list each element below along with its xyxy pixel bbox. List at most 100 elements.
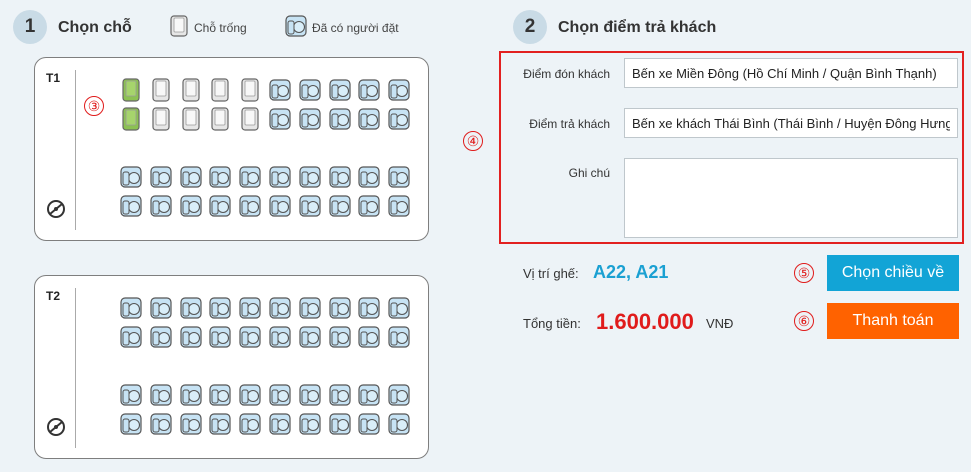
pay-button[interactable]: Thanh toán <box>827 303 959 339</box>
seat-empty[interactable] <box>208 107 232 131</box>
seat-booked <box>387 325 411 349</box>
seat-booked <box>179 165 203 189</box>
seat-booked <box>149 325 173 349</box>
seat-booked <box>328 383 352 407</box>
return-trip-button[interactable]: Chọn chiều về <box>827 255 959 291</box>
seat-booked <box>238 325 262 349</box>
seat-booked <box>208 194 232 218</box>
legend-booked: Đã có người đặt <box>284 14 399 41</box>
deck-divider <box>75 288 76 448</box>
seat-booked <box>357 412 381 436</box>
seat-empty[interactable] <box>149 107 173 131</box>
seat-empty[interactable] <box>238 78 262 102</box>
deck-label: T1 <box>46 71 61 85</box>
note-textarea[interactable] <box>624 158 958 238</box>
seats-value: A22, A21 <box>593 262 669 282</box>
seat-booked <box>328 194 352 218</box>
seat-booked <box>357 383 381 407</box>
seat-booked <box>328 165 352 189</box>
seat-booked <box>149 383 173 407</box>
seat-booked <box>328 78 352 102</box>
seat-booked <box>179 194 203 218</box>
seat-booked <box>387 383 411 407</box>
callout-5: ⑤ <box>794 263 814 283</box>
seat-booked <box>357 194 381 218</box>
step-2-title: Chọn điểm trả khách <box>558 19 717 36</box>
seat-booked <box>149 412 173 436</box>
seat-selected[interactable] <box>119 107 143 131</box>
seat-empty[interactable] <box>149 78 173 102</box>
seat-empty[interactable] <box>179 78 203 102</box>
legend-empty: Chỗ trống <box>168 14 247 41</box>
seat-booked <box>119 412 143 436</box>
seat-booked <box>298 107 322 131</box>
seats-label: Vị trí ghế: <box>523 266 579 281</box>
steering-wheel-icon <box>46 417 66 442</box>
seat-booked <box>208 325 232 349</box>
seat-booked <box>357 165 381 189</box>
step-1-badge: 1 <box>13 10 47 44</box>
dropoff-input[interactable] <box>624 108 958 138</box>
empty-seat-icon <box>168 14 194 41</box>
callout-6: ⑥ <box>794 311 814 331</box>
seat-booked <box>328 412 352 436</box>
seat-booked <box>208 296 232 320</box>
seat-booked <box>268 296 292 320</box>
seat-empty[interactable] <box>238 107 262 131</box>
seat-booked <box>328 296 352 320</box>
dropoff-label: Điểm trả khách <box>529 117 610 131</box>
seat-booked <box>298 296 322 320</box>
note-label: Ghi chú <box>568 166 610 180</box>
seat-booked <box>119 325 143 349</box>
seat-booked <box>238 412 262 436</box>
seat-booked <box>268 78 292 102</box>
seat-booked <box>298 325 322 349</box>
seat-booked <box>119 194 143 218</box>
seat-selected[interactable] <box>119 78 143 102</box>
pickup-input[interactable] <box>624 58 958 88</box>
seat-booked <box>179 296 203 320</box>
seat-booked <box>238 296 262 320</box>
seat-booked <box>328 107 352 131</box>
seat-booked <box>238 194 262 218</box>
seat-booked <box>357 325 381 349</box>
seat-booked <box>298 78 322 102</box>
seat-booked <box>179 325 203 349</box>
seat-booked <box>208 165 232 189</box>
seat-booked <box>268 194 292 218</box>
seat-booked <box>387 296 411 320</box>
steering-wheel-icon <box>46 199 66 224</box>
deck-label: T2 <box>46 289 61 303</box>
seat-booked <box>179 383 203 407</box>
seat-booked <box>238 165 262 189</box>
seat-empty[interactable] <box>208 78 232 102</box>
callout-4: ④ <box>463 131 483 151</box>
seat-booked <box>179 412 203 436</box>
seat-booked <box>268 107 292 131</box>
currency-label: VNĐ <box>706 316 734 331</box>
deck-t1: T1 <box>34 57 429 241</box>
booked-seat-icon <box>284 14 312 41</box>
seat-booked <box>387 107 411 131</box>
seat-booked <box>268 412 292 436</box>
seat-booked <box>119 165 143 189</box>
seat-booked <box>149 296 173 320</box>
deck-t2: T2 <box>34 275 429 459</box>
seat-booked <box>387 412 411 436</box>
seat-booked <box>298 412 322 436</box>
seat-booked <box>298 383 322 407</box>
seat-booked <box>119 296 143 320</box>
seat-empty[interactable] <box>179 107 203 131</box>
step-1-title: Chọn chỗ <box>58 19 132 36</box>
step-2-badge: 2 <box>513 10 547 44</box>
seat-booked <box>357 296 381 320</box>
seat-booked <box>208 412 232 436</box>
seat-booked <box>387 165 411 189</box>
seat-booked <box>238 383 262 407</box>
callout-3: ③ <box>84 96 104 116</box>
seat-booked <box>268 165 292 189</box>
seat-booked <box>208 383 232 407</box>
seat-booked <box>298 165 322 189</box>
pickup-label: Điểm đón khách <box>523 67 610 81</box>
total-label: Tổng tiền: <box>523 316 581 331</box>
